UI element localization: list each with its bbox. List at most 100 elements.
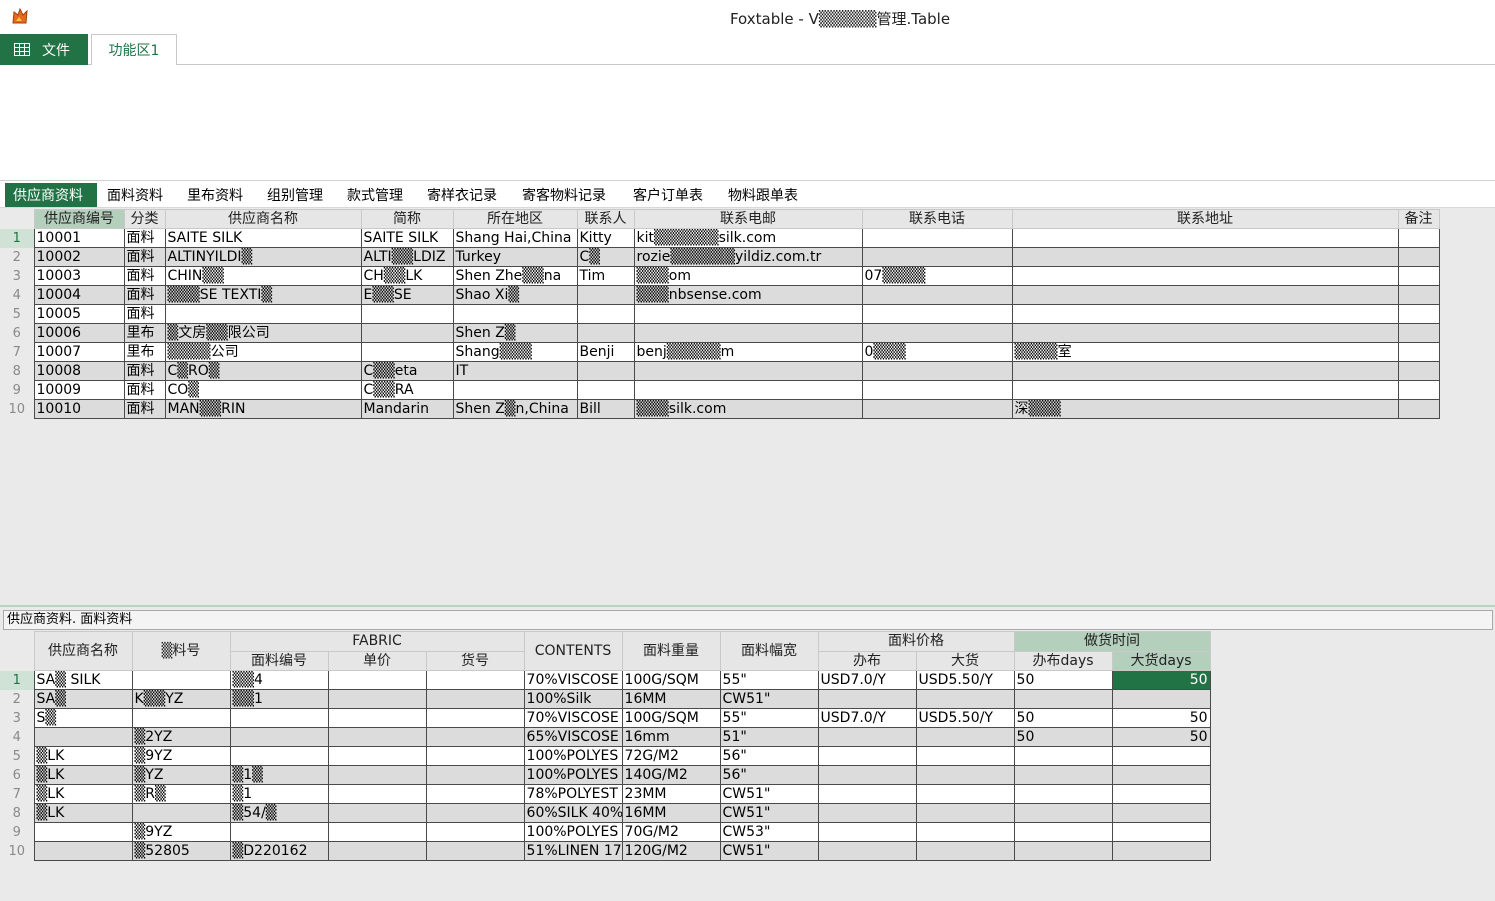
cell-note[interactable] <box>1397 361 1440 381</box>
cell-ps[interactable]: USD7.0/Y <box>817 670 917 690</box>
row-number[interactable]: 4 <box>0 727 34 747</box>
column-header[interactable]: 供应商编号 <box>33 209 125 229</box>
column-header[interactable]: 联系电邮 <box>633 209 863 229</box>
cell-goods[interactable] <box>425 784 525 804</box>
table-row[interactable]: 2 10002 面料 ALTINYILDI▒ ALTI▒▒LDIZ Turkey C▒ roz… <box>0 247 1440 267</box>
cell-cat[interactable]: 面料 <box>123 228 166 248</box>
cell-fno[interactable] <box>229 746 329 766</box>
cell-id[interactable]: 10002 <box>33 247 125 267</box>
column-header[interactable]: 面料重量 <box>621 631 721 671</box>
tab-customer-order[interactable]: 客户订单表 <box>625 183 711 207</box>
cell-name[interactable] <box>164 304 362 324</box>
cell-addr[interactable] <box>1011 228 1399 248</box>
cell-contents[interactable]: 60%SILK 40%V <box>523 803 623 823</box>
cell-contents[interactable]: 65%VISCOSE <box>523 727 623 747</box>
cell-supplier[interactable]: S▒ <box>33 708 133 728</box>
cell-note[interactable] <box>1397 247 1440 267</box>
cell-pb[interactable] <box>915 822 1015 842</box>
cell-pb[interactable] <box>915 841 1015 861</box>
cell-code[interactable]: K▒▒YZ <box>131 689 231 709</box>
cell-contact[interactable] <box>576 285 635 305</box>
cell-fno[interactable] <box>229 822 329 842</box>
cell-goods[interactable] <box>425 670 525 690</box>
cell-code[interactable] <box>131 803 231 823</box>
cell-pb[interactable] <box>915 784 1015 804</box>
cell-cat[interactable]: 面料 <box>123 361 166 381</box>
column-header[interactable]: 备注 <box>1397 209 1440 229</box>
column-header[interactable]: 办布 <box>817 651 917 671</box>
cell-contents[interactable]: 51%LINEN 17. <box>523 841 623 861</box>
cell-price[interactable] <box>327 803 427 823</box>
cell-fno[interactable]: ▒D220162 <box>229 841 329 861</box>
cell-weight[interactable]: 23MM <box>621 784 721 804</box>
cell-width[interactable]: CW51" <box>719 689 819 709</box>
column-header[interactable]: 大货 <box>915 651 1015 671</box>
column-header[interactable]: 供应商名称 <box>33 631 133 671</box>
cell-ps[interactable] <box>817 822 917 842</box>
cell-pb[interactable] <box>915 803 1015 823</box>
cell-lb[interactable] <box>1111 803 1211 823</box>
cell-weight[interactable]: 100G/SQM <box>621 670 721 690</box>
cell-note[interactable] <box>1397 285 1440 305</box>
cell-ps[interactable] <box>817 689 917 709</box>
cell-phone[interactable] <box>861 247 1013 267</box>
cell-goods[interactable] <box>425 841 525 861</box>
cell-contact[interactable]: Benji <box>576 342 635 362</box>
cell-code[interactable]: ▒R▒ <box>131 784 231 804</box>
cell-pb[interactable]: USD5.50/Y <box>915 670 1015 690</box>
cell-code[interactable] <box>131 670 231 690</box>
cell-price[interactable] <box>327 670 427 690</box>
column-header[interactable]: 联系人 <box>576 209 635 229</box>
cell-price[interactable] <box>327 784 427 804</box>
cell-name[interactable]: ALTINYILDI▒ <box>164 247 362 267</box>
table-row[interactable]: 3 10003 面料 CHIN▒▒ CH▒▒LK Shen Zhe▒▒na Tim ▒▒▒om… <box>0 266 1440 286</box>
row-number[interactable]: 7 <box>0 342 34 362</box>
cell-goods[interactable] <box>425 765 525 785</box>
cell-short[interactable]: ALTI▒▒LDIZ <box>360 247 454 267</box>
cell-pb[interactable] <box>915 765 1015 785</box>
column-header[interactable]: 联系电话 <box>861 209 1013 229</box>
cell-width[interactable]: 51" <box>719 727 819 747</box>
cell-id[interactable]: 10008 <box>33 361 125 381</box>
cell-addr[interactable]: ▒▒▒▒室 <box>1011 342 1399 362</box>
table-row[interactable]: 10 10010 面料 MAN▒▒RIN Mandarin Shen Z▒n,China B… <box>0 399 1440 419</box>
cell-contact[interactable]: C▒ <box>576 247 635 267</box>
row-number[interactable]: 2 <box>0 247 34 267</box>
cell-ls[interactable] <box>1013 689 1113 709</box>
cell-weight[interactable]: 16MM <box>621 689 721 709</box>
cell-id[interactable]: 10003 <box>33 266 125 286</box>
cell-short[interactable]: C▒▒eta <box>360 361 454 381</box>
cell-ls[interactable]: 50 <box>1013 727 1113 747</box>
cell-price[interactable] <box>327 727 427 747</box>
corner-cell[interactable] <box>0 209 34 229</box>
cell-width[interactable]: CW51" <box>719 784 819 804</box>
cell-addr[interactable] <box>1011 361 1399 381</box>
cell-region[interactable]: Shen Z▒ <box>452 323 578 343</box>
column-header-group[interactable]: 做货时间 <box>1013 631 1211 652</box>
cell-email[interactable] <box>633 361 863 381</box>
cell-phone[interactable] <box>861 285 1013 305</box>
row-number[interactable]: 9 <box>0 822 34 842</box>
column-header[interactable]: 供应商名称 <box>164 209 362 229</box>
cell-ps[interactable] <box>817 841 917 861</box>
cell-goods[interactable] <box>425 727 525 747</box>
cell-lb[interactable] <box>1111 784 1211 804</box>
cell-short[interactable]: C▒▒RA <box>360 380 454 400</box>
cell-email[interactable]: kit▒▒▒▒▒▒silk.com <box>633 228 863 248</box>
cell-note[interactable] <box>1397 266 1440 286</box>
cell-id[interactable]: 10001 <box>33 228 125 248</box>
column-header[interactable]: 分类 <box>123 209 166 229</box>
cell-region[interactable] <box>452 380 578 400</box>
row-number[interactable]: 5 <box>0 746 34 766</box>
column-header[interactable]: 所在地区 <box>452 209 578 229</box>
table-row[interactable]: 7 10007 里布 ▒▒▒▒公司 Shang▒▒▒ Benji benj▒▒▒▒▒m 0▒▒… <box>0 342 1440 362</box>
cell-contents[interactable]: 70%VISCOSE <box>523 708 623 728</box>
cell-id[interactable]: 10009 <box>33 380 125 400</box>
cell-email[interactable] <box>633 304 863 324</box>
cell-width[interactable]: CW53" <box>719 822 819 842</box>
cell-ls[interactable] <box>1013 822 1113 842</box>
cell-id[interactable]: 10004 <box>33 285 125 305</box>
cell-cat[interactable]: 里布 <box>123 323 166 343</box>
cell-code[interactable]: ▒9YZ <box>131 746 231 766</box>
cell-name[interactable]: ▒文房▒▒限公司 <box>164 323 362 343</box>
